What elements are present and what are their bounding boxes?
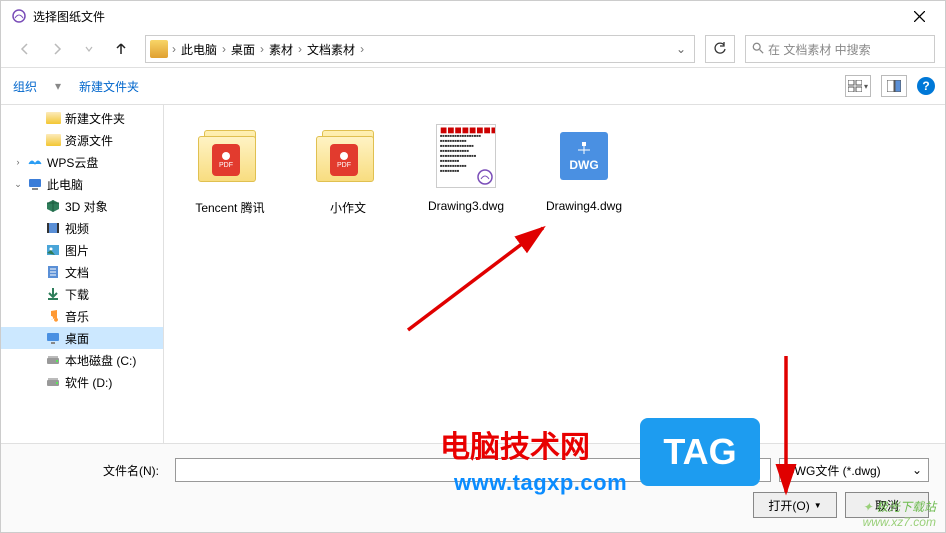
- help-button[interactable]: ?: [917, 77, 935, 95]
- nav-row: › 此电脑 › 桌面 › 素材 › 文档素材 › ⌄ 在 文档素材 中搜索: [1, 31, 945, 67]
- drive-icon: [45, 374, 61, 390]
- file-content: PDFTencent 腾讯PDF小作文■■■■■■■■■■■■■■■■■■■■■…: [164, 105, 945, 443]
- tree-item-2[interactable]: ›WPS云盘: [1, 151, 163, 173]
- wps-icon: [27, 154, 43, 170]
- toolbar: 组织 ▾ 新建文件夹 ▾ ?: [1, 67, 945, 105]
- tree-item-7[interactable]: 文档: [1, 261, 163, 283]
- back-button[interactable]: [11, 36, 39, 62]
- pc-icon: [27, 176, 43, 192]
- organize-button[interactable]: 组织: [13, 78, 37, 95]
- filename-label: 文件名(N):: [17, 462, 167, 479]
- drive-icon: [45, 352, 61, 368]
- file-item-0[interactable]: PDFTencent 腾讯: [182, 121, 278, 216]
- tree-item-5[interactable]: 视频: [1, 217, 163, 239]
- tree-item-1[interactable]: 资源文件: [1, 129, 163, 151]
- folder-icon: [45, 110, 61, 126]
- up-button[interactable]: [107, 36, 135, 62]
- refresh-button[interactable]: [705, 35, 735, 63]
- breadcrumb-sep: ›: [172, 42, 176, 56]
- music-icon: [45, 308, 61, 324]
- footer: 文件名(N): DWG文件 (*.dwg) ⌄ 打开(O)▼ 取消: [1, 443, 945, 532]
- download-icon: [45, 286, 61, 302]
- filename-input[interactable]: [175, 458, 771, 482]
- close-button[interactable]: [897, 2, 941, 30]
- tree-item-10[interactable]: 桌面: [1, 327, 163, 349]
- forward-button[interactable]: [43, 36, 71, 62]
- file-item-3[interactable]: DWGDrawing4.dwg: [536, 121, 632, 216]
- tree-item-12[interactable]: 软件 (D:): [1, 371, 163, 393]
- crumb-material[interactable]: 素材: [266, 39, 296, 60]
- desktop-icon: [45, 330, 61, 346]
- cancel-button[interactable]: 取消: [845, 492, 929, 518]
- filetype-dropdown[interactable]: DWG文件 (*.dwg) ⌄: [779, 458, 929, 482]
- sidebar: 新建文件夹资源文件›WPS云盘⌄此电脑3D 对象视频图片文档下载音乐桌面本地磁盘…: [1, 105, 164, 443]
- tree-item-9[interactable]: 音乐: [1, 305, 163, 327]
- search-placeholder: 在 文档素材 中搜索: [768, 41, 871, 58]
- crumb-desktop[interactable]: 桌面: [228, 39, 258, 60]
- search-input[interactable]: 在 文档素材 中搜索: [745, 35, 935, 63]
- recent-dropdown[interactable]: [75, 36, 103, 62]
- search-icon: [752, 42, 764, 57]
- crumb-pc[interactable]: 此电脑: [178, 39, 220, 60]
- app-icon: [11, 8, 27, 24]
- view-button[interactable]: ▾: [845, 75, 871, 97]
- body: 新建文件夹资源文件›WPS云盘⌄此电脑3D 对象视频图片文档下载音乐桌面本地磁盘…: [1, 105, 945, 443]
- tree-item-8[interactable]: 下载: [1, 283, 163, 305]
- filetype-value: DWG文件 (*.dwg): [786, 462, 881, 479]
- video-icon: [45, 220, 61, 236]
- file-item-2[interactable]: ■■■■■■■■■■■■■■■■■■■■■■■■■■■■■■■■■■■■■■■■…: [418, 121, 514, 216]
- file-item-1[interactable]: PDF小作文: [300, 121, 396, 216]
- window-title: 选择图纸文件: [33, 8, 897, 25]
- location-icon: [150, 40, 168, 58]
- tree-item-0[interactable]: 新建文件夹: [1, 107, 163, 129]
- tree-item-11[interactable]: 本地磁盘 (C:): [1, 349, 163, 371]
- chevron-down-icon: ⌄: [912, 463, 922, 477]
- crumb-docmaterial[interactable]: 文档素材: [304, 39, 358, 60]
- folder-icon: [45, 132, 61, 148]
- tree-item-3[interactable]: ⌄此电脑: [1, 173, 163, 195]
- tree-item-4[interactable]: 3D 对象: [1, 195, 163, 217]
- 3d-icon: [45, 198, 61, 214]
- breadcrumb[interactable]: › 此电脑 › 桌面 › 素材 › 文档素材 › ⌄: [145, 35, 695, 63]
- titlebar: 选择图纸文件: [1, 1, 945, 31]
- doc-icon: [45, 264, 61, 280]
- preview-button[interactable]: [881, 75, 907, 97]
- tree-item-6[interactable]: 图片: [1, 239, 163, 261]
- image-icon: [45, 242, 61, 258]
- open-button[interactable]: 打开(O)▼: [753, 492, 837, 518]
- breadcrumb-dropdown-icon[interactable]: ⌄: [672, 42, 690, 56]
- new-folder-button[interactable]: 新建文件夹: [79, 78, 139, 95]
